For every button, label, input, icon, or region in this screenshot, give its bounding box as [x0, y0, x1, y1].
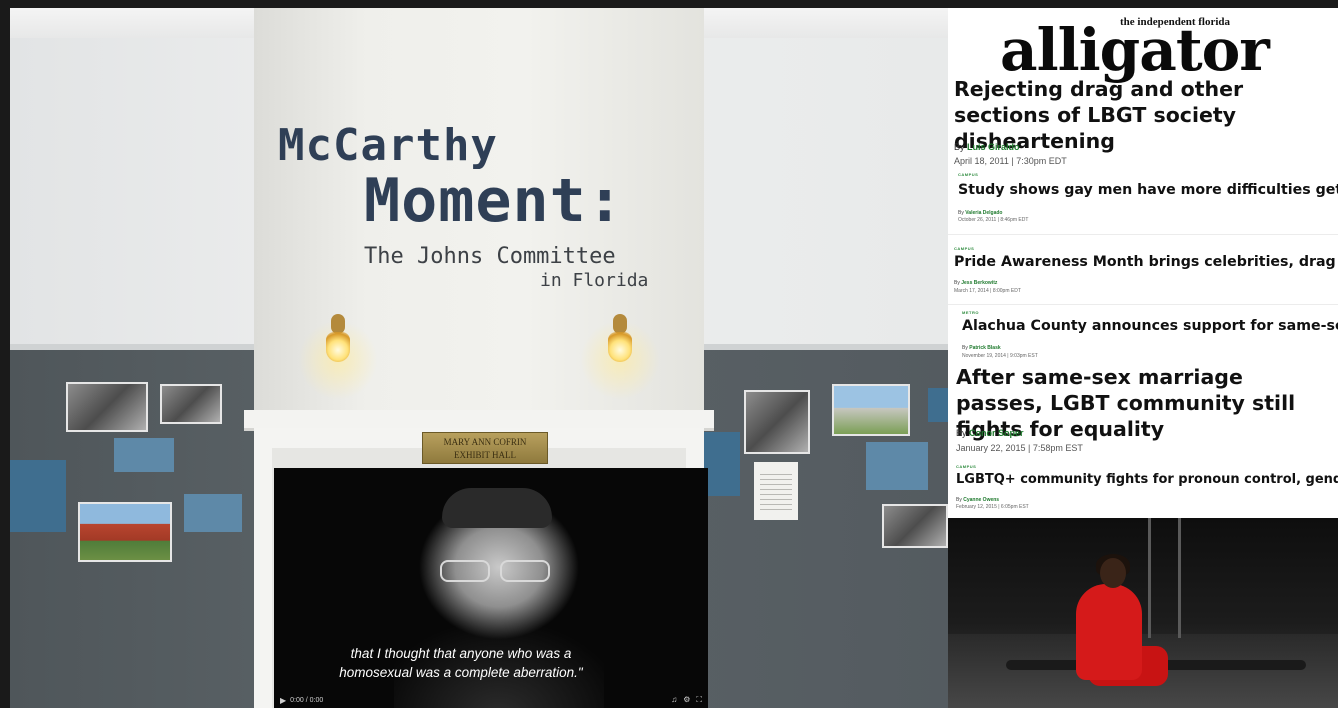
- byline-2: By Valeria Delgado: [958, 210, 1002, 216]
- author-link[interactable]: Conor Soper: [969, 428, 1024, 438]
- play-icon[interactable]: ▶: [280, 696, 286, 705]
- byline-prefix: By: [962, 345, 968, 351]
- video-time: 0:00 / 0:00: [290, 696, 324, 704]
- wall-photo-man-desk: [744, 390, 810, 454]
- headline-4[interactable]: Alachua County announces support for sam…: [962, 318, 1338, 334]
- category-tag[interactable]: METRO: [962, 310, 979, 315]
- author-link[interactable]: Patrick Blask: [969, 345, 1000, 351]
- wall-photo-building: [78, 502, 172, 562]
- wall-text-panel: [928, 388, 948, 422]
- wall-photo-street: [832, 384, 910, 436]
- headline-2[interactable]: Study shows gay men have more difficulti…: [958, 182, 1338, 198]
- plaque-line1: MARY ANN COFRIN: [443, 437, 527, 447]
- wall-label: [184, 494, 242, 532]
- headline-3[interactable]: Pride Awareness Month brings celebrities…: [954, 254, 1338, 270]
- byline-prefix: By: [954, 142, 965, 152]
- author-link[interactable]: Cyanne Owens: [963, 497, 999, 503]
- video-player[interactable]: that I thought that anyone who was a hom…: [274, 468, 708, 708]
- settings-icon[interactable]: ⚙: [683, 695, 690, 705]
- wall-photo-house: [882, 504, 948, 548]
- wall-text-panel: [10, 460, 66, 532]
- masthead-logo: alligator: [1000, 16, 1270, 84]
- newspaper-clipping: the independent florida alligator Reject…: [948, 8, 1338, 518]
- category-tag[interactable]: CAMPUS: [956, 464, 976, 469]
- sconce-mount: [331, 314, 345, 334]
- stage-pole: [1148, 518, 1151, 638]
- byline-prefix: By: [956, 497, 962, 503]
- byline-prefix: By: [956, 428, 967, 438]
- sconce-mount: [613, 314, 627, 334]
- exhibit-subtitle-line2: in Florida: [540, 270, 649, 291]
- drag-performer-photo: [948, 518, 1338, 708]
- exhibit-subtitle-line1: The Johns Committee: [364, 244, 616, 269]
- date-4: November 19, 2014 | 9:03pm EST: [962, 353, 1038, 359]
- byline-prefix: By: [958, 210, 964, 216]
- stage-pole: [1178, 518, 1181, 638]
- exhibit-title-line2: Moment:: [364, 166, 624, 236]
- wall-photo-room: [160, 384, 222, 424]
- author-link[interactable]: Jess Berkowitz: [961, 280, 997, 286]
- wall-photo-church: [66, 382, 148, 432]
- divider: [948, 234, 1338, 235]
- wall-sconce-icon: [608, 332, 632, 362]
- byline-prefix: By: [954, 280, 960, 286]
- wall-sconce-icon: [326, 332, 350, 362]
- date-2: October 26, 2011 | 8:46pm EDT: [958, 217, 1029, 223]
- exhibit-title-line1: McCarthy: [278, 120, 498, 171]
- plaque-line2: EXHIBIT HALL: [453, 450, 517, 460]
- video-caption-line1: that I thought that anyone who was a: [350, 646, 572, 661]
- byline-4: By Patrick Blask: [962, 345, 1001, 351]
- author-link[interactable]: Valeria Delgado: [965, 210, 1002, 216]
- byline-6: By Cyanne Owens: [956, 497, 999, 503]
- date-5: January 22, 2015 | 7:58pm EST: [956, 443, 1083, 453]
- video-caption-line2: homosexual was a complete aberration.": [339, 665, 583, 680]
- divider: [948, 304, 1338, 305]
- glasses-icon: [440, 560, 554, 582]
- date-6: February 12, 2015 | 6:05pm EST: [956, 504, 1029, 510]
- wall-document: [754, 462, 798, 520]
- category-tag[interactable]: CAMPUS: [954, 246, 974, 251]
- video-controls: ▶ 0:00 / 0:00 ♫ ⚙ ⛶: [274, 692, 708, 708]
- wall-label: [866, 442, 928, 490]
- wall-text-panel: [704, 432, 740, 496]
- hall-plaque: MARY ANN COFRIN EXHIBIT HALL: [422, 432, 548, 464]
- performer-jacket: [1076, 584, 1142, 680]
- portrait-hair: [442, 488, 552, 528]
- date-3: March 17, 2014 | 8:00pm EDT: [954, 288, 1021, 294]
- byline-5: By Conor Soper: [956, 428, 1024, 438]
- date-1: April 18, 2011 | 7:30pm EDT: [954, 156, 1067, 166]
- performer-head: [1100, 558, 1126, 588]
- byline-3: By Jess Berkowitz: [954, 280, 997, 286]
- wall-label: [114, 438, 174, 472]
- category-tag[interactable]: CAMPUS: [958, 172, 978, 177]
- author-link[interactable]: Luis Giraldo: [967, 142, 1020, 152]
- headline-6[interactable]: LGBTQ+ community fights for pronoun cont…: [956, 472, 1338, 487]
- byline-1: By Luis Giraldo: [954, 142, 1020, 152]
- volume-icon[interactable]: ♫: [671, 695, 677, 705]
- fullscreen-icon[interactable]: ⛶: [696, 695, 702, 705]
